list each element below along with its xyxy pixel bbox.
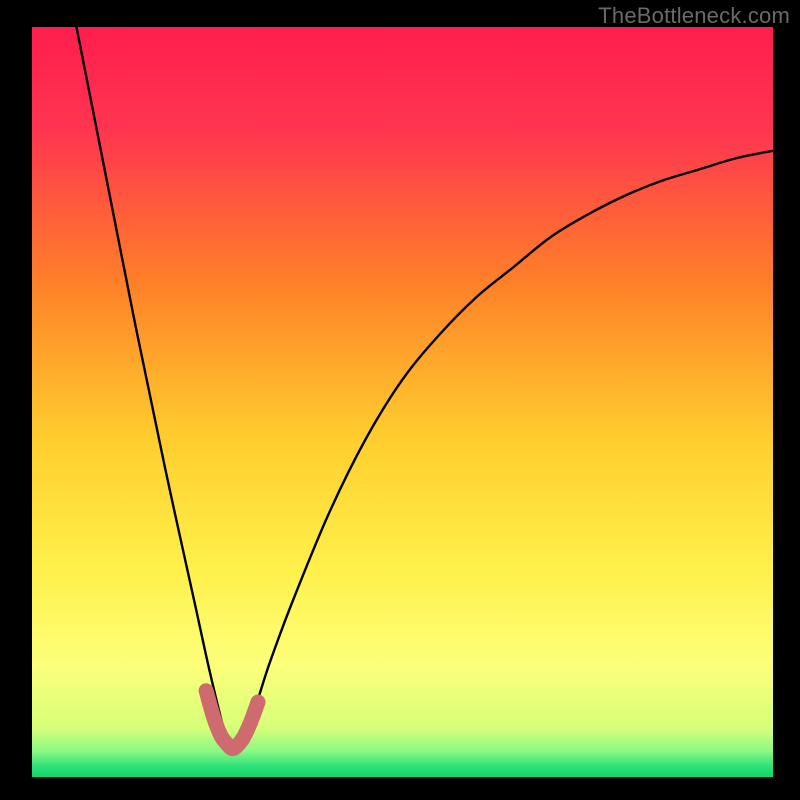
watermark-label: TheBottleneck.com [598, 3, 790, 29]
bottleneck-chart [0, 0, 800, 800]
plot-background [32, 27, 773, 777]
chart-stage: TheBottleneck.com [0, 0, 800, 800]
